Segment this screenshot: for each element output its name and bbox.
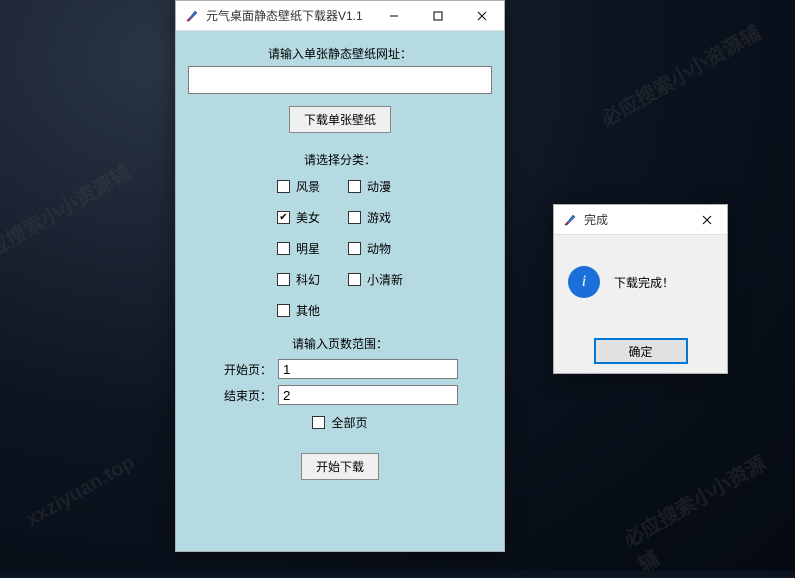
category-section-label: 请选择分类： bbox=[304, 151, 376, 168]
start-page-label: 开始页： bbox=[222, 361, 272, 378]
category-checkbox-scenery[interactable]: 风景 bbox=[277, 178, 320, 195]
minimize-button[interactable] bbox=[372, 1, 416, 31]
end-page-row: 结束页： bbox=[222, 385, 458, 405]
watermark: xxziyuan.top bbox=[22, 451, 138, 531]
category-label: 动漫 bbox=[367, 178, 391, 195]
checkbox-icon bbox=[277, 180, 290, 193]
dialog-window: 完成 i 下载完成！ 确定 bbox=[553, 204, 728, 374]
category-label: 风景 bbox=[296, 178, 320, 195]
category-label: 美女 bbox=[296, 209, 320, 226]
checkbox-icon bbox=[277, 304, 290, 317]
category-label: 动物 bbox=[367, 240, 391, 257]
main-window: 元气桌面静态壁纸下载器V1.1 请输入单张静态壁纸网址： 下载单张壁纸 请选择分… bbox=[175, 0, 505, 552]
url-input-label: 请输入单张静态壁纸网址： bbox=[268, 45, 412, 62]
category-checkbox-star[interactable]: 明星 bbox=[277, 240, 320, 257]
start-page-input[interactable] bbox=[278, 359, 458, 379]
page-range-label: 请输入页数范围： bbox=[292, 335, 388, 352]
dialog-title: 完成 bbox=[584, 211, 687, 228]
dialog-close-button[interactable] bbox=[687, 205, 727, 235]
category-label: 小清新 bbox=[367, 271, 403, 288]
main-window-title: 元气桌面静态壁纸下载器V1.1 bbox=[206, 7, 372, 24]
start-page-row: 开始页： bbox=[222, 359, 458, 379]
category-checkbox-other[interactable]: 其他 bbox=[277, 302, 320, 319]
checkbox-icon bbox=[277, 273, 290, 286]
url-input[interactable] bbox=[188, 66, 492, 94]
desktop-background: 必应搜索小小资源辅 必应搜索小小资源辅 xxziyuan.top 必应搜索小小资… bbox=[0, 0, 795, 571]
tk-feather-icon bbox=[562, 212, 578, 228]
checkbox-icon bbox=[348, 180, 361, 193]
category-checkbox-animal[interactable]: 动物 bbox=[348, 240, 403, 257]
checkbox-icon bbox=[277, 242, 290, 255]
dialog-message: 下载完成！ bbox=[614, 274, 674, 291]
checkbox-icon bbox=[348, 273, 361, 286]
category-label: 游戏 bbox=[367, 209, 391, 226]
watermark: 必应搜索小小资源辅 bbox=[595, 17, 765, 132]
category-checkbox-fresh[interactable]: 小清新 bbox=[348, 271, 403, 288]
dialog-body: i 下载完成！ 确定 bbox=[554, 235, 727, 373]
end-page-label: 结束页： bbox=[222, 387, 272, 404]
dialog-ok-button[interactable]: 确定 bbox=[595, 339, 687, 363]
main-titlebar[interactable]: 元气桌面静态壁纸下载器V1.1 bbox=[176, 1, 504, 31]
watermark: 必应搜索小小资源辅 bbox=[0, 157, 135, 272]
dialog-titlebar[interactable]: 完成 bbox=[554, 205, 727, 235]
category-checkbox-scifi[interactable]: 科幻 bbox=[277, 271, 320, 288]
download-single-button[interactable]: 下载单张壁纸 bbox=[289, 106, 391, 133]
category-grid: 风景 动漫 ✔ 美女 游戏 明星 动物 科幻 小清新 其他 bbox=[277, 178, 403, 319]
checkbox-icon bbox=[348, 242, 361, 255]
all-pages-label: 全部页 bbox=[331, 414, 367, 431]
category-checkbox-game[interactable]: 游戏 bbox=[348, 209, 403, 226]
category-checkbox-beauty[interactable]: ✔ 美女 bbox=[277, 209, 320, 226]
all-pages-checkbox[interactable]: 全部页 bbox=[312, 414, 367, 431]
watermark: 必应搜索小小资源辅 bbox=[617, 440, 795, 578]
category-checkbox-anime[interactable]: 动漫 bbox=[348, 178, 403, 195]
main-body: 请输入单张静态壁纸网址： 下载单张壁纸 请选择分类： 风景 动漫 ✔ 美女 游戏 … bbox=[176, 31, 504, 551]
category-label: 科幻 bbox=[296, 271, 320, 288]
tk-feather-icon bbox=[184, 8, 200, 24]
maximize-button[interactable] bbox=[416, 1, 460, 31]
start-download-button[interactable]: 开始下载 bbox=[301, 453, 379, 480]
category-label: 明星 bbox=[296, 240, 320, 257]
category-label: 其他 bbox=[296, 302, 320, 319]
checkbox-icon bbox=[348, 211, 361, 224]
close-button[interactable] bbox=[460, 1, 504, 31]
checkbox-icon: ✔ bbox=[277, 211, 290, 224]
end-page-input[interactable] bbox=[278, 385, 458, 405]
checkbox-icon bbox=[312, 416, 325, 429]
info-icon: i bbox=[568, 266, 600, 298]
